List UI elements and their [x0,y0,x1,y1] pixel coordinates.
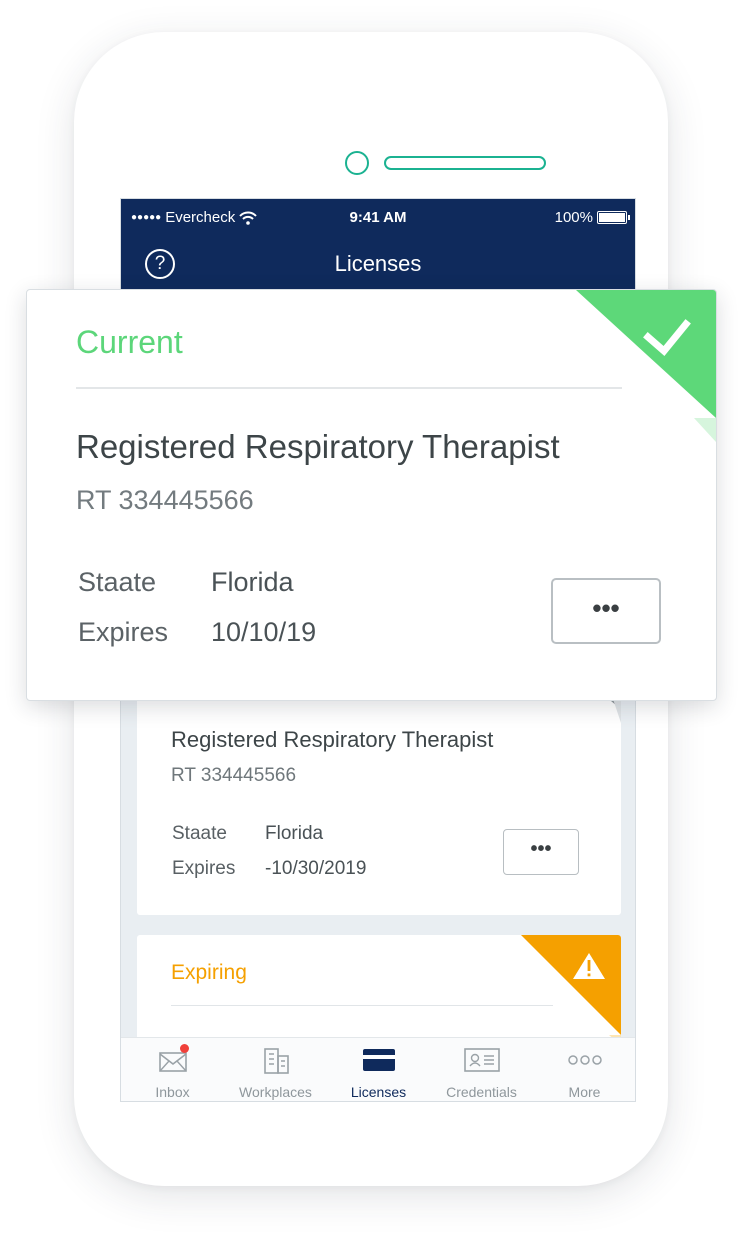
more-options-button[interactable]: ••• [503,829,579,875]
license-card[interactable]: Registered Respiratory Therapist RT 3344… [137,669,621,915]
license-number: RT 334445566 [76,485,254,515]
check-icon [576,290,716,442]
license-name: Registered Respiratory Therapist [171,727,494,752]
state-label: Staate [78,567,157,597]
license-status: Expiring [171,961,247,984]
license-status: Current [76,324,183,360]
expires-label: Expires [172,858,236,879]
page-title: Licenses [334,251,422,276]
featured-license-card[interactable]: Current Registered Respiratory Therapist… [26,289,717,701]
warning-icon [521,935,621,1045]
card-icon [362,1049,395,1071]
tab-bar: Inbox Workplaces Licenses Credentials Mo… [121,1037,635,1101]
battery-icon [597,211,630,224]
status-bar: ●●●●● Evercheck 9:41 AM 100% [121,199,635,235]
tab-label: Inbox [155,1084,190,1100]
state-value: Florida [265,823,324,844]
id-card-icon [463,1048,500,1072]
tab-label: More [568,1084,601,1100]
divider [76,387,622,389]
battery-percent: 100% [554,209,593,226]
tab-workplaces[interactable]: Workplaces [224,1038,327,1101]
license-number: RT 334445566 [171,765,297,786]
tab-credentials[interactable]: Credentials [430,1038,533,1101]
building-icon [263,1048,289,1074]
camera-icon [345,151,369,175]
expires-label: Expires [78,617,169,647]
expires-value: 10/10/19 [211,617,317,647]
expires-value: -10/30/2019 [265,858,367,879]
notification-badge [180,1044,189,1053]
tab-label: Workplaces [239,1084,312,1100]
tab-inbox[interactable]: Inbox [121,1038,224,1101]
divider [171,1005,553,1006]
tab-more[interactable]: More [533,1038,635,1101]
state-label: Staate [172,823,227,844]
state-value: Florida [211,567,294,597]
speaker-icon [384,156,546,170]
tab-licenses[interactable]: Licenses [327,1038,430,1101]
tab-label: Credentials [446,1084,517,1100]
more-icon [567,1055,602,1065]
more-options-button[interactable]: ••• [551,578,661,644]
tab-label: Licenses [350,1084,407,1100]
nav-bar: ? Licenses [121,235,635,295]
license-name: Registered Respiratory Therapist [76,428,560,465]
